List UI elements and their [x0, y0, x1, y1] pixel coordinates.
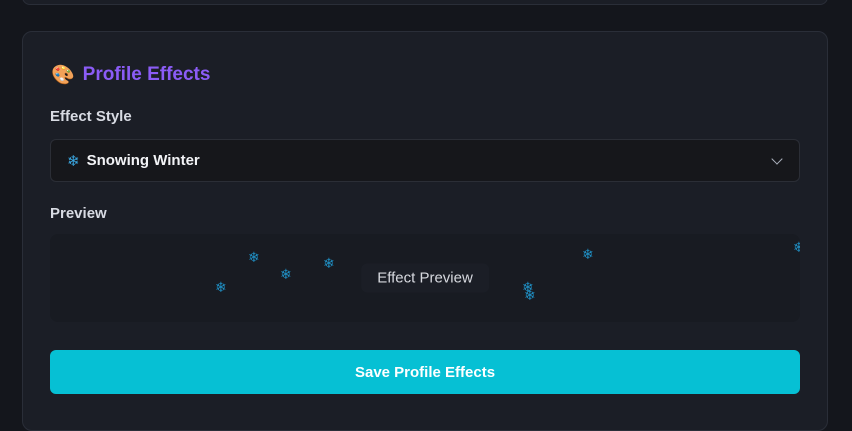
section-title: 🎨 Profile Effects: [51, 64, 210, 86]
snowflake-icon: ❄: [524, 287, 536, 303]
effect-style-label: Effect Style: [50, 108, 132, 125]
effect-preview-text: Effect Preview: [361, 263, 489, 293]
previous-card: [22, 0, 828, 5]
snowflake-icon: ❄: [248, 249, 260, 265]
effect-style-select[interactable]: ❄ Snowing Winter: [50, 139, 800, 182]
snowflake-icon: ❄: [323, 255, 335, 271]
palette-icon: 🎨: [51, 64, 75, 86]
snowflake-icon: ❄: [793, 239, 800, 255]
section-title-text: Profile Effects: [82, 64, 211, 85]
chevron-down-icon: [771, 152, 783, 165]
snowflake-icon: ❄: [582, 246, 594, 262]
effect-preview-area: ❄ ❄ ❄ ❄ ❄ ❄ ❄ ❄ Effect Preview: [50, 234, 800, 322]
snowflake-icon: ❄: [280, 266, 292, 282]
profile-effects-card: 🎨 Profile Effects Effect Style ❄ Snowing…: [22, 31, 828, 431]
snowflake-icon: ❄: [67, 152, 80, 170]
save-profile-effects-button[interactable]: Save Profile Effects: [50, 350, 800, 394]
effect-style-selected-value: Snowing Winter: [86, 152, 200, 169]
snowflake-icon: ❄: [215, 279, 227, 295]
preview-label: Preview: [50, 205, 107, 222]
